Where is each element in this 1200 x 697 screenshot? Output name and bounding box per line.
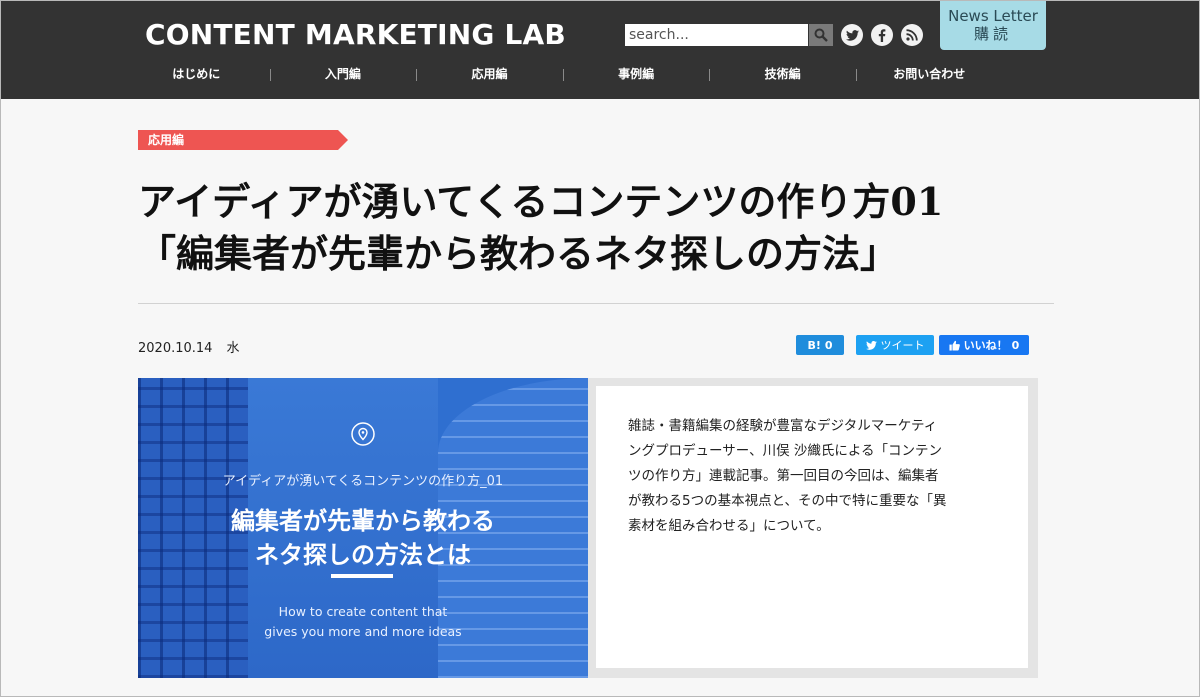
category-label: 応用編 xyxy=(148,133,185,147)
facebook-icon xyxy=(878,28,886,42)
tweet-button[interactable]: ツイート xyxy=(856,335,934,355)
newsletter-label: News Letter xyxy=(948,7,1038,25)
hero-rule xyxy=(331,574,393,578)
twitter-icon xyxy=(845,29,859,41)
main-nav: はじめに 入門編 応用編 事例編 技術編 お問い合わせ xyxy=(123,62,1003,86)
nav-item-tech[interactable]: 技術編 xyxy=(709,62,856,86)
excerpt-line: ングプロデューサー、川俣 沙織氏による「コンテン xyxy=(628,443,942,459)
facebook-like-button[interactable]: いいね！ 0 xyxy=(939,335,1029,355)
facebook-link[interactable] xyxy=(871,24,893,46)
publish-date-value: 2020.10.14 xyxy=(138,341,213,356)
excerpt-panel: 雑誌・書籍編集の経験が豊富なデジタルマーケティ ングプロデューサー、川俣 沙織氏… xyxy=(588,378,1038,678)
nav-item-beginner[interactable]: 入門編 xyxy=(269,62,417,86)
hero-english-line: How to create content that xyxy=(278,604,448,619)
excerpt-line: が教わる5つの基本視点と、その中で特に重要な「異 xyxy=(628,493,947,509)
article-title: アイディアが湧いてくるコンテンツの作り方01 「編集者が先輩から教わるネタ探しの… xyxy=(138,176,1058,280)
category-tag[interactable]: 応用編 xyxy=(138,130,348,150)
nav-item-cases[interactable]: 事例編 xyxy=(562,62,710,86)
rss-icon xyxy=(906,29,918,41)
twitter-link[interactable] xyxy=(841,24,863,46)
nav-item-contact[interactable]: お問い合わせ xyxy=(855,62,1003,86)
article-excerpt: 雑誌・書籍編集の経験が豊富なデジタルマーケティ ングプロデューサー、川俣 沙織氏… xyxy=(596,386,1028,668)
hero-image[interactable]: アイディアが湧いてくるコンテンツの作り方_01 編集者が先輩から教わる ネタ探し… xyxy=(138,378,588,678)
location-pin-icon xyxy=(351,422,375,446)
publish-day-of-week: 水 xyxy=(226,341,240,356)
hero-english-caption: How to create content that gives you mor… xyxy=(138,602,588,642)
newsletter-subscribe-label: 購読 xyxy=(973,25,1012,43)
newsletter-button[interactable]: News Letter 購読 xyxy=(940,0,1046,50)
hero-headline-line: ネタ探しの方法とは xyxy=(255,541,471,569)
publish-date: 2020.10.14 水 xyxy=(138,340,239,358)
hatena-bookmark-button[interactable]: B! 0 xyxy=(796,335,844,355)
excerpt-line: ツの作り方」連載記事。第一回目の今回は、編集者 xyxy=(628,468,939,484)
search-input[interactable] xyxy=(625,24,808,46)
rss-link[interactable] xyxy=(901,24,923,46)
nav-item-advanced[interactable]: 応用編 xyxy=(416,62,563,86)
nav-item-intro[interactable]: はじめに xyxy=(123,62,270,86)
article-title-line: アイディアが湧いてくるコンテンツの作り方01 xyxy=(138,179,944,224)
article-title-line: 「編集者が先輩から教わるネタ探しの方法」 xyxy=(138,231,899,276)
hatena-icon: B! xyxy=(807,338,821,352)
hero-english-line: gives you more and more ideas xyxy=(264,624,462,639)
thumbs-up-icon xyxy=(949,340,960,351)
hero-headline-line: 編集者が先輩から教わる xyxy=(231,507,495,535)
excerpt-line: 雑誌・書籍編集の経験が豊富なデジタルマーケティ xyxy=(628,418,938,434)
hatena-count: 0 xyxy=(824,338,833,352)
site-header: CONTENT MARKETING LAB News Letter 購読 はじめ… xyxy=(0,0,1200,99)
like-count: 0 xyxy=(1011,338,1020,352)
like-label: いいね！ xyxy=(963,339,1008,352)
excerpt-line: 素材を組み合わせる」について。 xyxy=(628,518,830,534)
search-button[interactable] xyxy=(809,24,833,46)
twitter-bird-icon xyxy=(865,340,877,350)
site-logo[interactable]: CONTENT MARKETING LAB xyxy=(145,18,566,52)
hero-subtitle: アイディアが湧いてくるコンテンツの作り方_01 xyxy=(222,474,504,489)
search-icon xyxy=(814,28,828,42)
title-divider xyxy=(138,303,1054,304)
hero-headline: 編集者が先輩から教わる ネタ探しの方法とは xyxy=(138,504,588,572)
tweet-label: ツイート xyxy=(880,339,925,352)
